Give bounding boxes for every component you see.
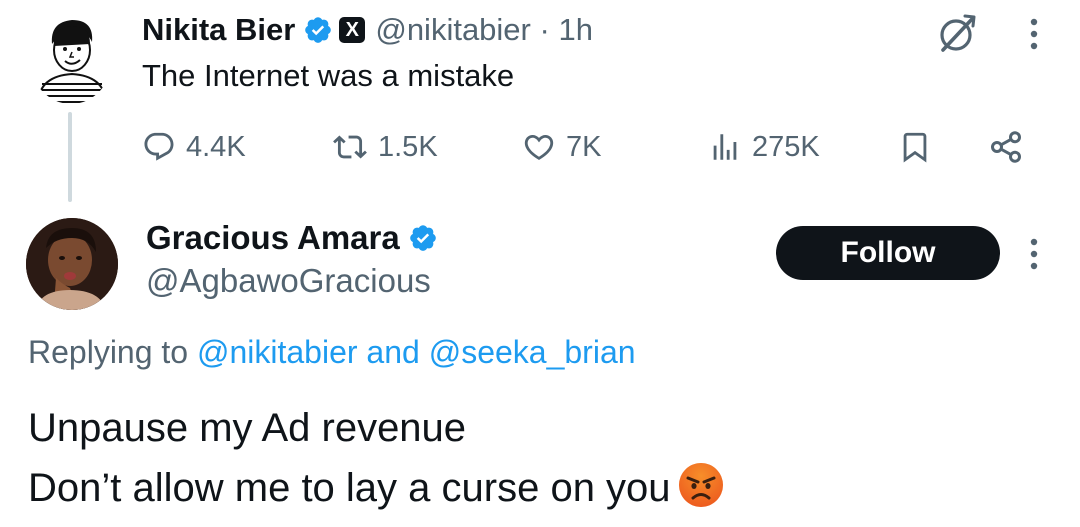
reply-author-name[interactable]: Gracious Amara: [146, 219, 400, 257]
replying-to-line: Replying to @nikitabier and @seeka_brian: [28, 334, 636, 371]
tweet-text: The Internet was a mistake: [142, 58, 515, 93]
author-name[interactable]: Nikita Bier: [142, 12, 295, 48]
x-logo-icon: X: [339, 17, 366, 43]
more-vertical-icon[interactable]: [1026, 234, 1042, 274]
mention-link-nikitabier[interactable]: @nikitabier: [197, 334, 358, 370]
share-icon: [991, 131, 1021, 163]
share-action[interactable]: [988, 124, 1034, 170]
reply-author-header: Gracious Amara: [146, 216, 438, 260]
reply-text: Unpause my Ad revenue Don’t allow me to …: [28, 398, 725, 518]
verified-badge-icon[interactable]: [408, 223, 438, 253]
reply-text-line-1: Unpause my Ad revenue: [28, 406, 467, 450]
views-action[interactable]: 275K: [708, 124, 820, 170]
avatar-gracious[interactable]: [26, 218, 118, 310]
views-bar-icon: [713, 134, 737, 160]
avatar-nikita[interactable]: [30, 14, 112, 104]
like-action[interactable]: 7K: [522, 124, 601, 170]
tweet-actions-bar: 4.4K 1.5K 7K 275K: [142, 124, 1042, 170]
more-vertical-icon[interactable]: [1026, 14, 1042, 54]
reply-action[interactable]: 4.4K: [142, 124, 246, 170]
replying-prefix: Replying to: [28, 334, 189, 370]
repost-count: 1.5K: [378, 130, 438, 163]
repost-action[interactable]: 1.5K: [332, 124, 438, 170]
heart-icon: [524, 134, 554, 160]
reply-icon: [144, 132, 174, 161]
bookmark-action[interactable]: [898, 124, 942, 170]
grok-icon[interactable]: [935, 12, 979, 56]
reply-count: 4.4K: [186, 130, 246, 163]
reply-author-handle[interactable]: @AgbawoGracious: [146, 262, 431, 300]
repost-icon: [333, 135, 367, 159]
tweet-time[interactable]: 1h: [558, 12, 592, 47]
thread-connector-line: [68, 112, 72, 202]
author-handle[interactable]: @nikitabier · 1h: [375, 12, 593, 48]
dot-separator: ·: [539, 12, 550, 47]
verified-badge-icon[interactable]: [303, 15, 333, 45]
follow-button[interactable]: Follow: [776, 226, 1000, 280]
mention-link-seeka-brian[interactable]: @seeka_brian: [429, 334, 636, 370]
bookmark-icon: [903, 132, 927, 163]
reply-text-line-2-text: Don’t allow me to lay a curse on you: [28, 466, 671, 510]
like-count: 7K: [566, 130, 602, 163]
reply-text-line-2: Don’t allow me to lay a curse on you: [28, 458, 725, 518]
mention-conjunction[interactable]: and: [366, 334, 419, 370]
tweet-header: Nikita Bier X @nikitabier · 1h: [142, 10, 593, 50]
handle-text[interactable]: @nikitabier: [375, 12, 531, 47]
views-count: 275K: [752, 130, 820, 163]
angry-face-emoji: [678, 463, 723, 507]
